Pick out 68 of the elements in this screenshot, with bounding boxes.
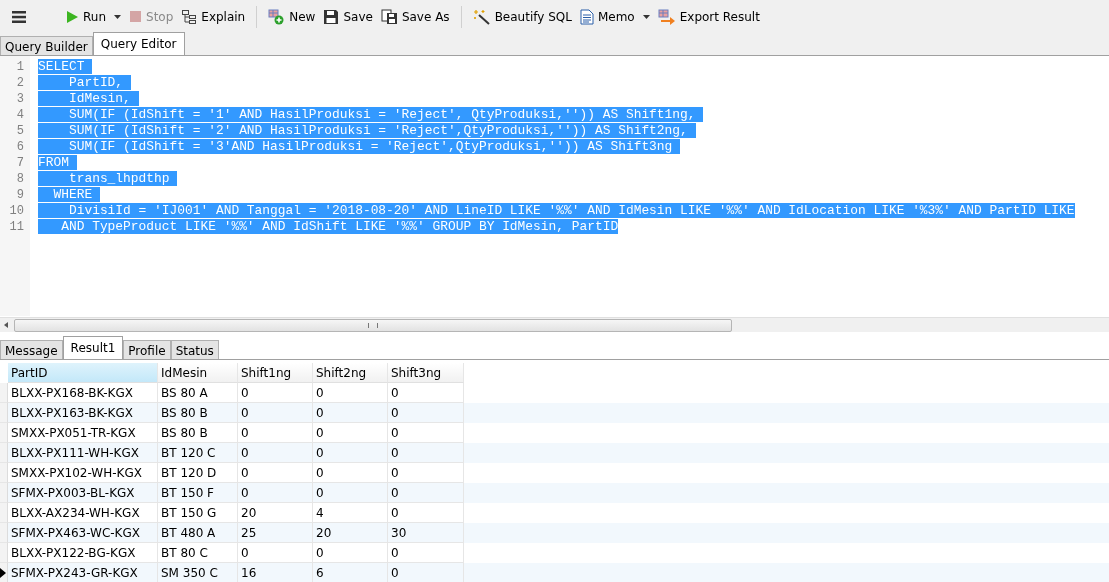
run-button[interactable]: Run xyxy=(62,7,109,26)
memo-button[interactable]: Memo xyxy=(576,6,638,27)
saveas-button[interactable]: Save As xyxy=(377,6,453,27)
column-header[interactable]: IdMesin xyxy=(158,363,238,383)
stop-icon xyxy=(129,10,142,23)
table-cell: 0 xyxy=(388,403,464,423)
table-cell: 6 xyxy=(313,563,388,582)
play-icon xyxy=(65,9,79,24)
line-number: 10 xyxy=(8,203,25,219)
table-cell: 0 xyxy=(388,563,464,582)
table-cell: SFMX-PX243-GR-KGX xyxy=(8,563,158,582)
table-cell: BS 80 B xyxy=(158,403,238,423)
table-cell: 0 xyxy=(238,443,313,463)
table-cell: 0 xyxy=(313,443,388,463)
line-number: 8 xyxy=(15,171,25,187)
line-number: 5 xyxy=(15,123,25,139)
tab[interactable]: Result1 xyxy=(62,336,124,359)
menu-icon xyxy=(11,9,27,24)
new-table-icon xyxy=(268,8,286,25)
explain-button[interactable]: Explain xyxy=(178,6,249,27)
new-button[interactable]: New xyxy=(265,6,319,27)
table-cell: 25 xyxy=(238,523,313,543)
line-number: 11 xyxy=(8,219,25,235)
table-cell: BT 480 A xyxy=(158,523,238,543)
export-button[interactable]: Export Result xyxy=(654,6,763,27)
table-cell: 0 xyxy=(388,483,464,503)
horizontal-scrollbar[interactable] xyxy=(0,317,1109,332)
table-cell: 0 xyxy=(238,403,313,423)
line-number: 1 xyxy=(15,59,25,75)
tab[interactable]: Message xyxy=(0,340,63,359)
tab[interactable]: Query Editor xyxy=(92,32,185,55)
table-cell: 0 xyxy=(388,443,464,463)
column-header[interactable]: Shift3ng xyxy=(388,363,464,383)
table-cell: SM 350 C xyxy=(158,563,238,582)
magic-wand-icon xyxy=(472,8,491,25)
line-number: 2 xyxy=(15,75,25,91)
table-cell: SFMX-PX003-BL-KGX xyxy=(8,483,158,503)
table-cell: 0 xyxy=(313,483,388,503)
line-number: 7 xyxy=(15,155,25,171)
tab[interactable]: Query Builder xyxy=(0,36,93,55)
save-button[interactable]: Save xyxy=(320,6,376,27)
table-cell: BLXX-PX163-BK-KGX xyxy=(8,403,158,423)
table-cell: BLXX-PX111-WH-KGX xyxy=(8,443,158,463)
beautify-button[interactable]: Beautify SQL xyxy=(469,6,575,27)
table-cell: 16 xyxy=(238,563,313,582)
line-number: 3 xyxy=(15,91,25,107)
table-cell: BT 150 F xyxy=(158,483,238,503)
column-header[interactable]: PartID xyxy=(8,363,158,383)
row-header[interactable] xyxy=(0,563,8,582)
column-header[interactable]: Shift2ng xyxy=(313,363,388,383)
table-cell: 20 xyxy=(313,523,388,543)
caret-icon[interactable] xyxy=(111,14,124,19)
export-arrow-icon xyxy=(657,8,676,25)
line-number: 9 xyxy=(15,187,25,203)
line-number: 4 xyxy=(15,107,25,123)
table-cell: 0 xyxy=(238,483,313,503)
table-cell: SFMX-PX463-WC-KGX xyxy=(8,523,158,543)
table-cell: BT 120 C xyxy=(158,443,238,463)
line-number: 6 xyxy=(15,139,25,155)
document-icon xyxy=(579,8,594,25)
tab[interactable]: Status xyxy=(170,340,219,359)
tree-diagram-icon xyxy=(181,8,198,25)
table-cell: 30 xyxy=(388,523,464,543)
save-as-icon xyxy=(380,8,398,25)
table-cell: 0 xyxy=(313,403,388,423)
tab[interactable]: Profile xyxy=(123,340,171,359)
column-header[interactable]: Shift1ng xyxy=(238,363,313,383)
save-icon xyxy=(323,8,340,25)
